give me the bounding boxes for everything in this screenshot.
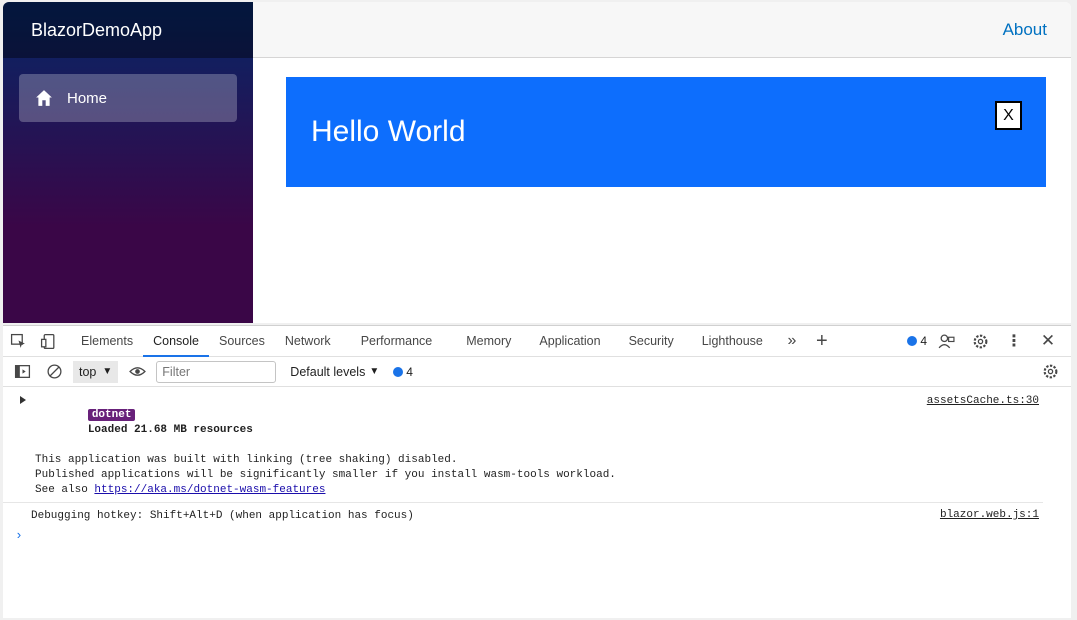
message-line: This application was built with linking … [35,454,458,466]
console-toolbar: top ▼ Default levels ▼ 4 [3,357,1071,387]
tab-application[interactable]: Application [525,326,614,357]
context-value: top [79,364,97,379]
issues-counter[interactable]: 4 [907,334,927,348]
sidebar-toggle-icon[interactable] [9,357,35,387]
tab-elements[interactable]: Elements [71,326,143,357]
brand-title[interactable]: BlazorDemoApp [31,20,162,41]
tab-security[interactable]: Security [615,326,688,357]
app-window: BlazorDemoApp Home About Hello World X [3,2,1071,323]
main-area: About Hello World X [253,2,1071,323]
tab-sources[interactable]: Sources [209,326,275,357]
devtools-right-controls: 4 ⋮ ✕ [907,326,1071,356]
top-row: About [253,2,1071,58]
message-counter[interactable]: 4 [393,365,413,379]
brand-bar: BlazorDemoApp [3,2,253,58]
sidebar: BlazorDemoApp Home [3,2,253,323]
devtools-panel: Elements Console Sources Network Perform… [3,325,1071,618]
prompt-chevron-icon: › [15,528,23,543]
console-message: dotnet Loaded 21.68 MB resources This ap… [3,387,1043,503]
tab-performance[interactable]: Performance [341,326,453,357]
dropdown-arrow-icon: ▼ [102,366,113,377]
dotnet-badge: dotnet [87,409,136,421]
message-icon [907,336,918,346]
message-line: Debugging hotkey: Shift+Alt+D (when appl… [31,510,414,522]
docs-link[interactable]: https://aka.ms/dotnet-wasm-features [94,484,325,496]
message-icon [393,366,404,377]
nav-item-home[interactable]: Home [19,74,237,122]
nav-item-home-label: Home [67,89,108,107]
issues-count: 4 [920,334,927,348]
console-settings-gear-icon[interactable] [1035,357,1065,387]
settings-gear-icon[interactable] [965,326,995,356]
log-levels-dropdown[interactable]: Default levels ▼ [290,365,379,379]
console-output: dotnet Loaded 21.68 MB resources This ap… [3,387,1071,548]
expand-triangle-icon[interactable] [20,396,26,404]
close-button[interactable]: X [995,101,1022,130]
context-select[interactable]: top ▼ [73,360,119,383]
kebab-menu-icon[interactable]: ⋮ [999,326,1029,356]
hello-heading: Hello World [311,115,466,148]
dropdown-arrow-icon: ▼ [369,366,380,377]
clear-console-icon[interactable] [41,357,67,387]
source-link[interactable]: assetsCache.ts:30 [927,395,1039,407]
message-line: See also [35,484,95,496]
tab-lighthouse[interactable]: Lighthouse [688,326,777,357]
message-count: 4 [406,364,413,379]
customize-icon[interactable] [931,326,961,356]
source-link[interactable]: blazor.web.js:1 [940,509,1039,521]
message-title: Loaded 21.68 MB resources [87,424,253,436]
about-link[interactable]: About [1003,20,1047,40]
devtools-tab-bar: Elements Console Sources Network Perform… [3,326,1071,357]
log-levels-label: Default levels [290,364,366,379]
tab-console[interactable]: Console [143,326,209,357]
live-expression-eye-icon[interactable] [124,357,150,387]
console-message: Debugging hotkey: Shift+Alt+D (when appl… [3,503,1043,528]
device-toolbar-icon[interactable] [33,326,63,356]
close-devtools-icon[interactable]: ✕ [1033,326,1063,356]
tab-network[interactable]: Network [275,326,341,357]
console-prompt[interactable]: › [3,528,1071,548]
hello-banner: Hello World X [286,77,1046,187]
filter-input[interactable] [156,360,277,383]
more-tabs-icon[interactable]: » [777,326,807,356]
add-tab-icon[interactable]: + [807,326,837,356]
home-icon [36,90,52,106]
inspect-element-icon[interactable] [3,326,33,356]
tab-memory[interactable]: Memory [452,326,525,357]
message-line: Published applications will be significa… [35,469,616,481]
